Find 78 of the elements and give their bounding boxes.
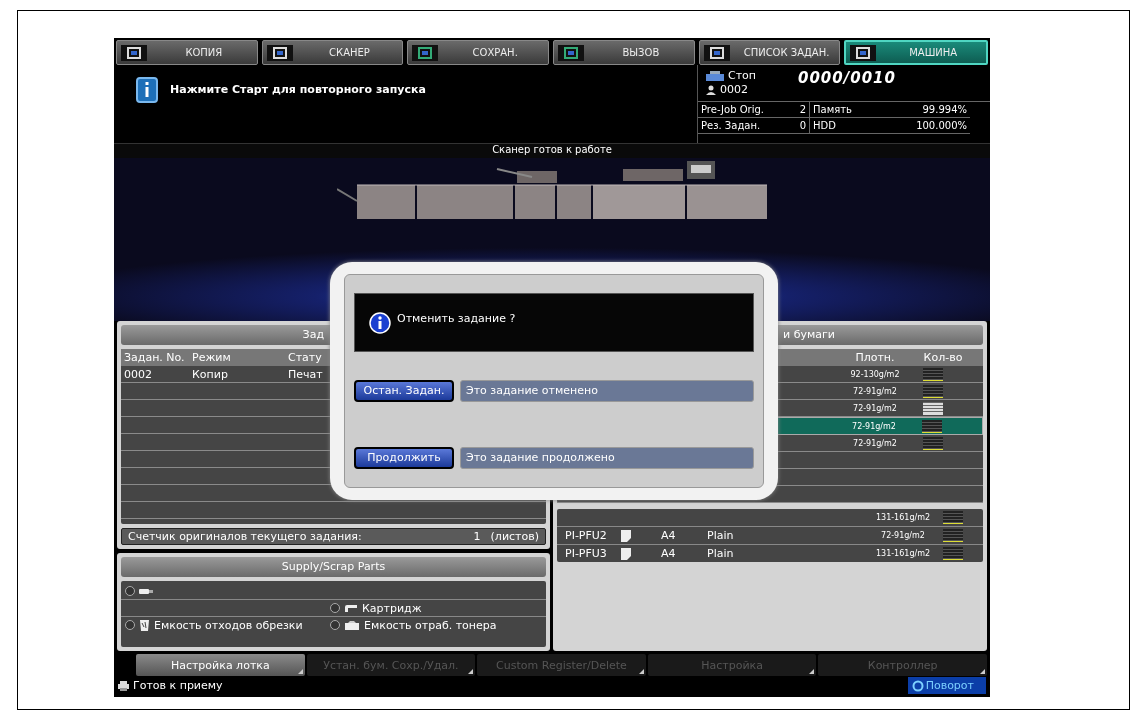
- info-icon: [136, 77, 158, 103]
- tab-icon: [266, 44, 293, 61]
- status-value: 99.994%: [910, 102, 970, 118]
- cartridge-icon: [344, 603, 358, 613]
- rotate-button[interactable]: Поворот: [907, 677, 986, 694]
- status-label: HDD: [810, 118, 910, 134]
- corner-triangle-icon: [638, 669, 644, 674]
- status-value: 0: [790, 118, 810, 134]
- column-header: Задан. No.: [124, 351, 186, 364]
- tab-icon: [850, 44, 877, 61]
- machine-state: Стоп: [728, 69, 756, 82]
- status-dot: [330, 603, 340, 613]
- counter-unit: (листов): [490, 530, 539, 543]
- table-cell-text: Копир: [192, 367, 229, 381]
- column-header: Режим: [192, 351, 232, 364]
- message-text: Нажмите Старт для повторного запуска: [170, 83, 426, 96]
- tray-name: PI-PFU2: [565, 529, 608, 542]
- paper-weight: 72-91g/m2: [880, 531, 926, 540]
- dialog-message: Отменить задание ?: [397, 312, 516, 325]
- action-description: Это задание отменено: [460, 379, 754, 402]
- counter-value: 1: [473, 530, 481, 543]
- status-text: Готов к приему: [133, 679, 223, 692]
- toner-icon: [139, 587, 153, 595]
- paper-weight: 131-161g/m2: [874, 549, 932, 558]
- status-label: Pre-Job Orig.: [698, 102, 790, 118]
- paper-type: Plain: [707, 529, 735, 542]
- bottom-tab[interactable]: Настройка лотка: [136, 654, 305, 676]
- ring-icon: [911, 679, 924, 692]
- scanner-status: Сканер готов к работе: [492, 144, 612, 155]
- supply-label: Емкость отраб. тонера: [364, 618, 497, 632]
- corner-triangle-icon: [297, 669, 303, 674]
- top-tab[interactable]: СКАНЕР: [261, 40, 404, 65]
- corner-triangle-icon: [979, 669, 985, 674]
- paper-type: Plain: [707, 547, 735, 560]
- supply-label: Емкость отходов обрезки: [154, 618, 303, 632]
- user-id: 0002: [720, 83, 748, 96]
- tab-icon: [703, 44, 730, 61]
- status-label: Память: [810, 102, 910, 118]
- supply-label: Картридж: [362, 601, 422, 615]
- top-tab[interactable]: МАШИНА: [844, 40, 989, 65]
- corner-triangle-icon: [468, 669, 474, 674]
- column-header: Плотн.: [854, 351, 896, 364]
- status-label: Рез. Задан.: [698, 118, 790, 134]
- top-tab[interactable]: ВЫЗОВ: [553, 40, 695, 65]
- counter-label: Счетчик оригиналов текущего задания:: [128, 530, 362, 543]
- info-icon: [369, 312, 391, 334]
- tab-icon: [121, 44, 147, 61]
- table-cell-text: Печат: [288, 367, 324, 381]
- tab-icon: [558, 44, 584, 61]
- status-dot: [125, 620, 135, 630]
- column-header: Стату: [288, 351, 323, 364]
- page-counter: 0000/0010: [798, 69, 896, 89]
- status-value: 2: [790, 102, 810, 118]
- paper-size: A4: [661, 529, 677, 542]
- status-value: 100.000%: [910, 118, 970, 134]
- waste-box-icon: [344, 619, 360, 631]
- user-icon: [706, 84, 716, 95]
- dialog-button[interactable]: Остан. Задан.: [354, 379, 454, 402]
- top-tab[interactable]: КОПИЯ: [116, 40, 258, 65]
- panel-title: Supply/Scrap Parts: [121, 557, 546, 577]
- corner-triangle-icon: [809, 669, 815, 674]
- paper-icon: [621, 547, 631, 560]
- table-cell-text: 0002: [124, 367, 153, 381]
- dialog-button[interactable]: Продолжить: [354, 446, 454, 469]
- status-dot: [125, 586, 135, 596]
- machine-icon: [706, 70, 724, 81]
- column-header: Кол-во: [923, 351, 963, 364]
- tab-icon: [412, 44, 439, 61]
- paper-size: A4: [661, 547, 677, 560]
- tray-name: PI-PFU3: [565, 547, 608, 560]
- status-dot: [330, 620, 340, 630]
- printer-icon: [118, 680, 129, 691]
- action-description: Это задание продолжено: [460, 446, 754, 469]
- top-tab[interactable]: СОХРАН.: [407, 40, 549, 65]
- waste-bin-icon: [139, 618, 150, 632]
- paper-icon: [621, 529, 631, 542]
- paper-weight: 131-161g/m2: [874, 513, 932, 522]
- top-tab[interactable]: СПИСОК ЗАДАН.: [698, 40, 841, 65]
